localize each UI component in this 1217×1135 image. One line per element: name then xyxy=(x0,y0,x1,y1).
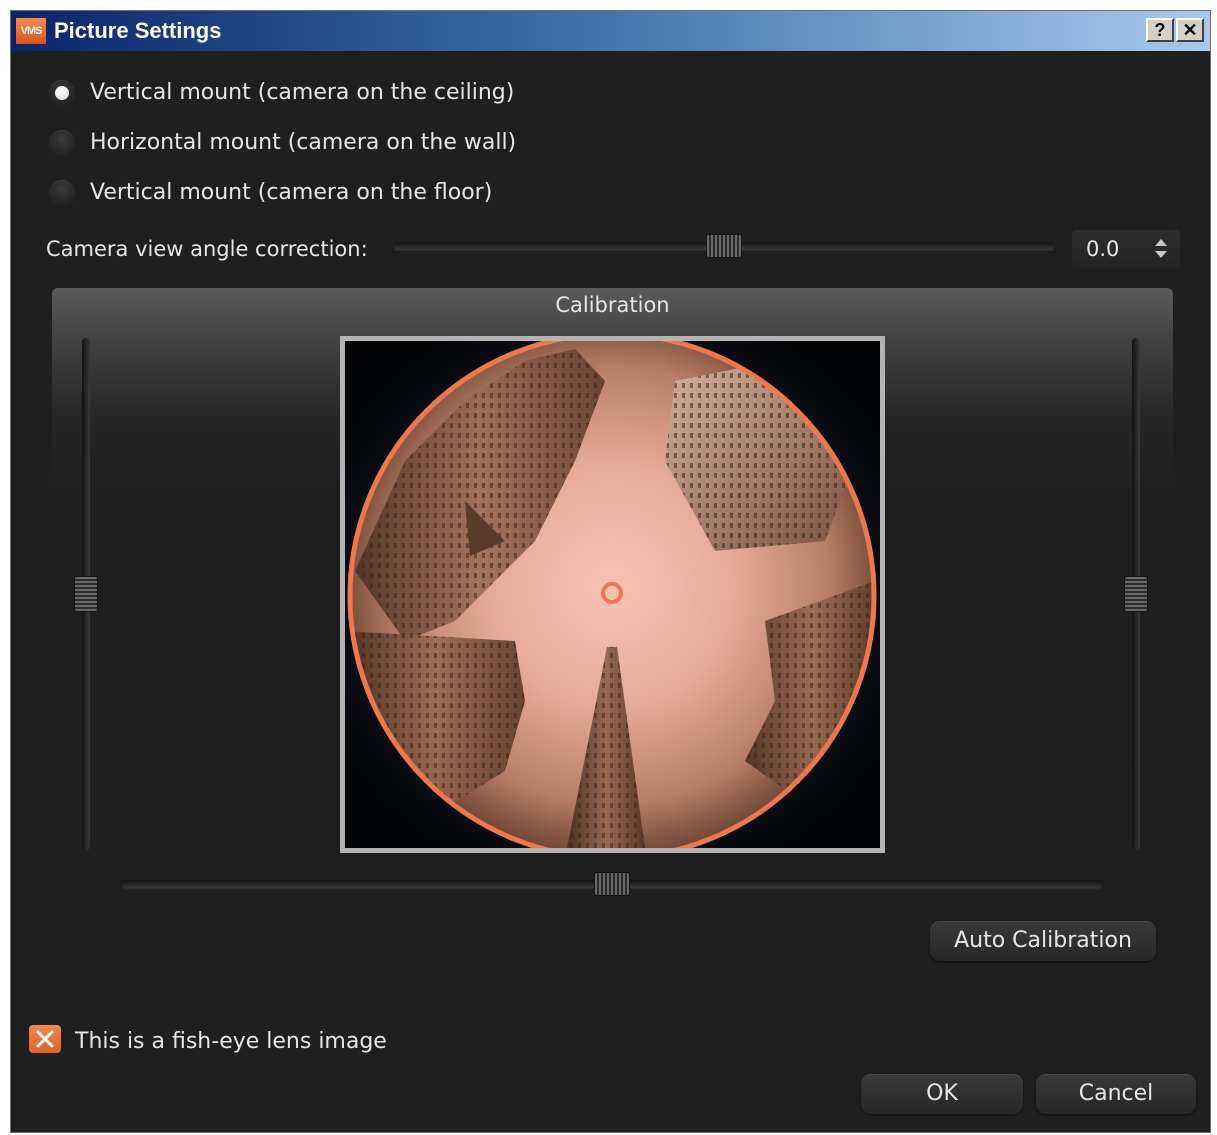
radio-option-ceiling[interactable]: Vertical mount (camera on the ceiling) xyxy=(49,76,649,110)
radio-button-floor[interactable] xyxy=(49,180,75,206)
fisheye-preview[interactable] xyxy=(340,336,885,853)
spin-up-arrow-icon[interactable] xyxy=(1155,239,1167,246)
check-x-icon xyxy=(36,1030,54,1048)
radio-option-floor[interactable]: Vertical mount (camera on the floor) xyxy=(49,176,649,210)
calibration-horizontal-slider[interactable] xyxy=(122,872,1102,896)
radio-label-floor: Vertical mount (camera on the floor) xyxy=(90,180,493,205)
title-bar[interactable]: VMS Picture Settings ? ✕ xyxy=(11,11,1210,51)
angle-correction-spinbox[interactable]: 0.0 xyxy=(1072,230,1180,268)
calibration-right-slider[interactable] xyxy=(1124,338,1148,850)
picture-settings-dialog: VMS Picture Settings ? ✕ Vertical mount … xyxy=(10,10,1211,1133)
spin-down-arrow-icon[interactable] xyxy=(1155,251,1167,258)
left-slider-handle[interactable] xyxy=(74,576,98,612)
fisheye-image xyxy=(345,341,880,848)
calibration-left-slider[interactable] xyxy=(74,338,98,850)
radio-button-ceiling[interactable] xyxy=(49,80,75,106)
calibration-panel: Calibration Auto Calibration xyxy=(52,288,1173,993)
vms-logo-icon: VMS xyxy=(16,18,46,44)
angle-correction-label: Camera view angle correction: xyxy=(46,237,368,261)
radio-button-wall[interactable] xyxy=(49,130,75,156)
angle-correction-value[interactable]: 0.0 xyxy=(1086,230,1119,268)
ok-button[interactable]: OK xyxy=(861,1074,1023,1114)
radio-label-wall: Horizontal mount (camera on the wall) xyxy=(90,130,517,155)
horizontal-slider-handle[interactable] xyxy=(594,872,630,896)
help-button[interactable]: ? xyxy=(1146,18,1174,42)
calibration-title: Calibration xyxy=(555,293,670,317)
radio-option-wall[interactable]: Horizontal mount (camera on the wall) xyxy=(49,126,649,160)
auto-calibration-button[interactable]: Auto Calibration xyxy=(930,921,1156,961)
right-slider-handle[interactable] xyxy=(1124,576,1148,612)
cancel-button[interactable]: Cancel xyxy=(1036,1074,1196,1114)
fisheye-checkbox[interactable] xyxy=(29,1025,61,1053)
window-title: Picture Settings xyxy=(54,18,222,43)
close-button[interactable]: ✕ xyxy=(1176,18,1204,42)
fisheye-checkbox-label: This is a fish-eye lens image xyxy=(75,1029,387,1054)
angle-correction-slider[interactable] xyxy=(393,234,1055,258)
radio-label-ceiling: Vertical mount (camera on the ceiling) xyxy=(90,80,515,105)
angle-slider-handle[interactable] xyxy=(706,234,742,258)
